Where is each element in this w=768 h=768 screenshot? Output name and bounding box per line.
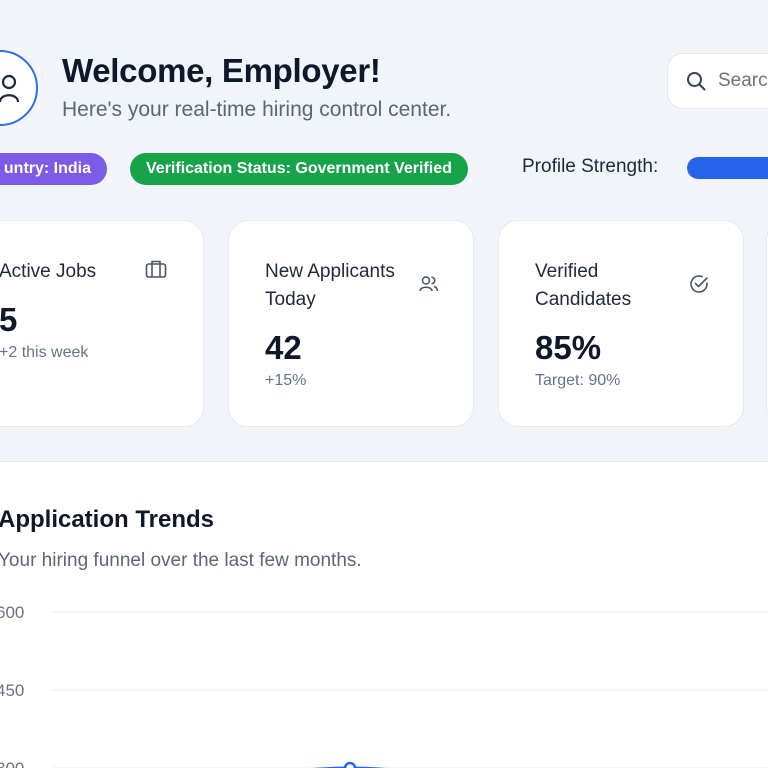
stat-value: 85% <box>535 329 602 366</box>
search-icon <box>687 72 706 91</box>
stat-card-verified-candidates[interactable]: Verified Candidates 85% Target: 90% <box>498 220 744 427</box>
profile-strength-label: Profile Strength: <box>522 156 659 177</box>
profile-strength-bar <box>687 157 768 179</box>
stat-label: New Applicants Today <box>265 261 395 310</box>
profile-strength-fill <box>687 157 768 179</box>
search-input[interactable] <box>718 70 768 92</box>
chart-title: Application Trends <box>0 506 215 533</box>
user-icon <box>0 74 20 103</box>
y-tick-label: 300 <box>0 759 24 768</box>
stat-value: 42 <box>265 329 302 366</box>
avatar[interactable] <box>0 50 38 126</box>
y-tick-label: 600 <box>0 603 24 622</box>
stat-card-new-applicants[interactable]: New Applicants Today 42 +15% <box>228 220 474 427</box>
stat-note: +15% <box>265 372 307 389</box>
stat-value: 5 <box>0 301 18 338</box>
briefcase-icon <box>145 260 167 278</box>
dashboard-viewport: Welcome, Employer! Here's your real-time… <box>0 0 768 768</box>
page-title: Welcome, Employer! <box>62 52 381 89</box>
stat-label: Active Jobs <box>0 261 97 282</box>
header-section: Welcome, Employer! Here's your real-time… <box>0 0 768 462</box>
search-box[interactable] <box>667 53 768 109</box>
check-circle-icon <box>690 275 708 293</box>
chart-subtitle: Your hiring funnel over the last few mon… <box>0 550 362 571</box>
page-subtitle: Here's your real-time hiring control cen… <box>62 98 452 121</box>
stat-label: Verified Candidates <box>535 261 632 310</box>
verification-badge: Verification Status: Government Verified <box>130 153 468 185</box>
stat-card-active-jobs[interactable]: Active Jobs 5 +2 this week <box>0 220 204 427</box>
data-point[interactable] <box>343 761 357 768</box>
stat-note: +2 this week <box>0 344 89 361</box>
y-tick-label: 450 <box>0 681 24 700</box>
application-trends-chart: 600 450 300 <box>0 603 768 768</box>
users-icon <box>419 276 439 292</box>
stat-note: Target: 90% <box>535 372 621 389</box>
country-badge: untry: India <box>0 153 107 185</box>
